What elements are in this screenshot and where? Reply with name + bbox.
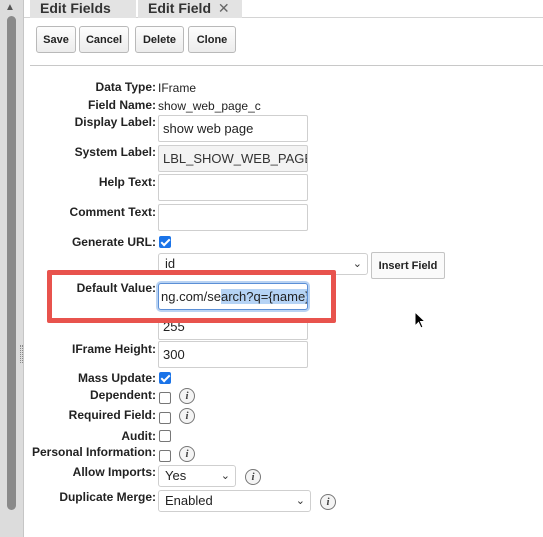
allow-imports-label: Allow Imports:: [72, 465, 156, 479]
duplicate-merge-select[interactable]: Enabled ⌄: [158, 490, 311, 512]
dependent-checkbox[interactable]: [159, 392, 171, 404]
field-name-label: Field Name:: [87, 98, 156, 112]
audit-checkbox[interactable]: [159, 430, 171, 442]
system-label-label: System Label:: [74, 145, 156, 159]
data-type-value: IFrame: [158, 81, 197, 95]
info-icon[interactable]: i: [245, 469, 261, 485]
info-icon[interactable]: i: [179, 388, 195, 404]
comment-text-input[interactable]: [158, 204, 308, 231]
toolbar-divider: [30, 65, 543, 66]
splitter-grip-icon[interactable]: [20, 345, 23, 363]
duplicate-merge-value: Enabled: [165, 493, 213, 508]
mass-update-checkbox[interactable]: [159, 372, 171, 384]
help-text-input[interactable]: [158, 174, 308, 201]
comment-text-label: Comment Text:: [69, 205, 156, 219]
tab-label: Edit Fields: [40, 0, 111, 16]
scroll-up-arrow-icon[interactable]: ▲: [3, 0, 17, 16]
scroll-thumb[interactable]: [7, 16, 16, 510]
duplicate-merge-label: Duplicate Merge:: [59, 490, 156, 504]
chevron-down-icon: ⌄: [295, 495, 305, 507]
mass-update-label: Mass Update:: [77, 371, 156, 385]
personal-information-label: Personal Information:: [31, 445, 156, 459]
highlight-callout: [47, 270, 336, 323]
clone-button[interactable]: Clone: [188, 26, 236, 53]
display-label-label: Display Label:: [74, 115, 156, 129]
field-name-value: show_web_page_c: [158, 99, 261, 113]
info-icon[interactable]: i: [179, 446, 195, 462]
personal-information-checkbox[interactable]: [159, 450, 171, 462]
display-label-input[interactable]: show web page: [158, 115, 308, 142]
insert-field-button[interactable]: Insert Field: [371, 252, 445, 279]
generate-url-checkbox[interactable]: [159, 236, 171, 248]
cancel-button[interactable]: Cancel: [79, 26, 129, 53]
allow-imports-select[interactable]: Yes ⌄: [158, 465, 236, 487]
required-field-label: Required Field:: [68, 408, 156, 422]
toolbar: Save Cancel Delete Clone: [24, 18, 543, 65]
close-icon[interactable]: ✕: [218, 0, 230, 16]
system-label-input[interactable]: LBL_SHOW_WEB_PAGE: [158, 145, 308, 172]
tab-bar: Edit Fields Edit Field ✕: [24, 0, 543, 18]
mouse-cursor-icon: [414, 311, 426, 329]
chevron-down-icon: ⌄: [220, 470, 230, 482]
iframe-height-input[interactable]: 300: [158, 341, 308, 368]
url-field-select-value: id: [165, 256, 176, 271]
tab-edit-field[interactable]: Edit Field ✕: [138, 0, 242, 18]
required-field-checkbox[interactable]: [159, 412, 171, 424]
iframe-height-label: IFrame Height:: [71, 342, 156, 356]
tab-label: Edit Field: [148, 0, 211, 16]
generate-url-label: Generate URL:: [71, 235, 156, 249]
audit-label: Audit:: [121, 429, 156, 443]
left-scrollbar[interactable]: ▲: [0, 0, 24, 537]
delete-button[interactable]: Delete: [135, 26, 184, 53]
data-type-label: Data Type:: [95, 80, 156, 94]
info-icon[interactable]: i: [320, 494, 336, 510]
save-button[interactable]: Save: [36, 26, 76, 53]
help-text-label: Help Text:: [98, 175, 156, 189]
chevron-down-icon: ⌄: [352, 258, 362, 270]
allow-imports-value: Yes: [165, 468, 187, 483]
dependent-label: Dependent:: [90, 388, 156, 402]
tab-edit-fields[interactable]: Edit Fields: [30, 0, 136, 18]
info-icon[interactable]: i: [179, 408, 195, 424]
